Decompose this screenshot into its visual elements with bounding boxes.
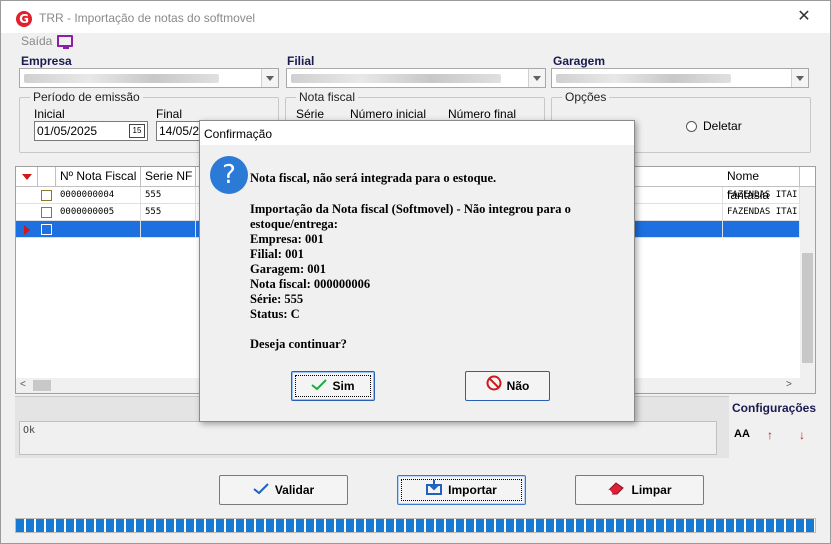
importar-button[interactable]: Importar (397, 475, 526, 505)
final-label: Final (156, 107, 183, 121)
dialog-body: Importação da Nota fiscal (Softmovel) - … (250, 202, 571, 321)
close-icon[interactable]: ✕ (796, 9, 812, 25)
cell-mid: CI (621, 221, 723, 238)
cell-nota: 0000000006 (56, 221, 141, 238)
chevron-down-icon[interactable] (528, 69, 545, 87)
deletar-radio[interactable] (686, 121, 697, 132)
row-checkbox[interactable] (41, 207, 52, 218)
header-serie-nf[interactable]: Serie NF (141, 167, 196, 187)
calendar-icon[interactable]: 15 (129, 124, 145, 138)
main-window: G TRR - Importação de notas do softmovel… (0, 0, 831, 544)
inicial-label: Inicial (34, 107, 65, 121)
limpar-button[interactable]: Limpar (575, 475, 704, 505)
menu-bar: Saída (1, 33, 830, 51)
empresa-label: Empresa (21, 54, 72, 68)
dialog-heading: Nota fiscal, não será integrada para o e… (250, 171, 497, 185)
vertical-scrollbar[interactable] (800, 187, 815, 378)
periodo-title: Período de emissão (30, 90, 143, 104)
grid-menu-cell[interactable] (16, 167, 38, 187)
check-icon (311, 373, 328, 401)
nota-fiscal-title: Nota fiscal (296, 90, 359, 104)
garagem-label: Garagem (553, 54, 606, 68)
scroll-right-icon[interactable]: > (786, 379, 792, 390)
question-icon: ? (210, 156, 248, 194)
final-date-value: 14/05/2 (159, 124, 200, 138)
cell-nota: 0000000004 (56, 187, 141, 204)
cell-fantasia: FAZENDAS ITAI (723, 221, 800, 238)
confirmation-dialog: Confirmação ? Nota fiscal, não será inte… (199, 120, 635, 422)
limpar-label: Limpar (631, 483, 672, 497)
menu-saida[interactable]: Saída (21, 34, 52, 48)
log-textbox[interactable]: Ok (19, 421, 717, 455)
numero-final-label: Número final (448, 107, 517, 121)
eraser-icon (607, 477, 625, 505)
cell-serie: 555 (141, 221, 196, 238)
importar-label: Importar (448, 483, 497, 497)
window-title: TRR - Importação de notas do softmovel (39, 11, 256, 25)
font-size-icon[interactable]: AA (734, 428, 750, 440)
sim-button[interactable]: Sim (291, 371, 375, 401)
header-nota-fiscal[interactable]: Nº Nota Fiscal (56, 167, 141, 187)
row-checkbox[interactable] (41, 190, 52, 201)
grid-check-header[interactable] (38, 167, 56, 187)
filial-label: Filial (287, 54, 315, 68)
cell-serie: 555 (141, 204, 196, 221)
progress-bar (15, 518, 816, 533)
arrow-down-icon[interactable]: ↓ (799, 428, 805, 442)
row-pointer-icon (24, 225, 30, 235)
import-icon (426, 477, 443, 505)
deletar-label: Deletar (703, 119, 742, 133)
garagem-value-redacted (556, 74, 731, 83)
numero-inicial-label: Número inicial (350, 107, 427, 121)
no-entry-icon (486, 373, 502, 401)
title-bar: G TRR - Importação de notas do softmovel… (1, 1, 830, 33)
opcoes-title: Opções (562, 90, 610, 104)
cell-fantasia: FAZENDAS ITAI (723, 187, 800, 204)
filial-value-redacted (291, 74, 501, 83)
caret-down-icon[interactable] (22, 174, 32, 180)
inicial-date-value: 01/05/2025 (37, 124, 98, 138)
config-label: Configurações (732, 401, 817, 415)
empresa-select[interactable] (19, 68, 279, 88)
monitor-icon[interactable] (57, 35, 73, 49)
horizontal-scroll-thumb[interactable] (33, 380, 51, 391)
nao-button[interactable]: Não (465, 371, 550, 401)
dialog-title: Confirmação (204, 127, 273, 141)
check-icon (253, 477, 269, 505)
filial-select[interactable] (286, 68, 546, 88)
cell-serie: 555 (141, 187, 196, 204)
inicial-date-input[interactable]: 01/05/2025 15 (34, 121, 148, 141)
arrow-up-icon[interactable]: ↑ (767, 428, 773, 442)
validar-button[interactable]: Validar (219, 475, 348, 505)
serie-label: Série (296, 107, 325, 121)
cell-fantasia: FAZENDAS ITAI (723, 204, 800, 221)
config-panel: Configurações AA ↑ ↓ (729, 396, 816, 458)
nao-label: Não (506, 379, 530, 393)
app-logo-icon: G (16, 11, 32, 27)
garagem-select[interactable] (551, 68, 809, 88)
dialog-question: Deseja continuar? (250, 337, 347, 351)
validar-label: Validar (274, 483, 315, 497)
empresa-value-redacted (24, 74, 219, 83)
cell-nota: 0000000005 (56, 204, 141, 221)
scroll-left-icon[interactable]: < (20, 379, 26, 390)
chevron-down-icon[interactable] (791, 69, 808, 87)
vertical-scroll-thumb[interactable] (802, 253, 813, 363)
row-checkbox[interactable] (41, 224, 52, 235)
sim-label: Sim (332, 379, 355, 393)
cell-mid: CI (621, 187, 723, 204)
cell-mid: CI (621, 204, 723, 221)
chevron-down-icon[interactable] (261, 69, 278, 87)
header-nome-fantasia[interactable]: Nome fantasia (723, 167, 800, 202)
dialog-title-bar: Confirmação (200, 121, 634, 145)
